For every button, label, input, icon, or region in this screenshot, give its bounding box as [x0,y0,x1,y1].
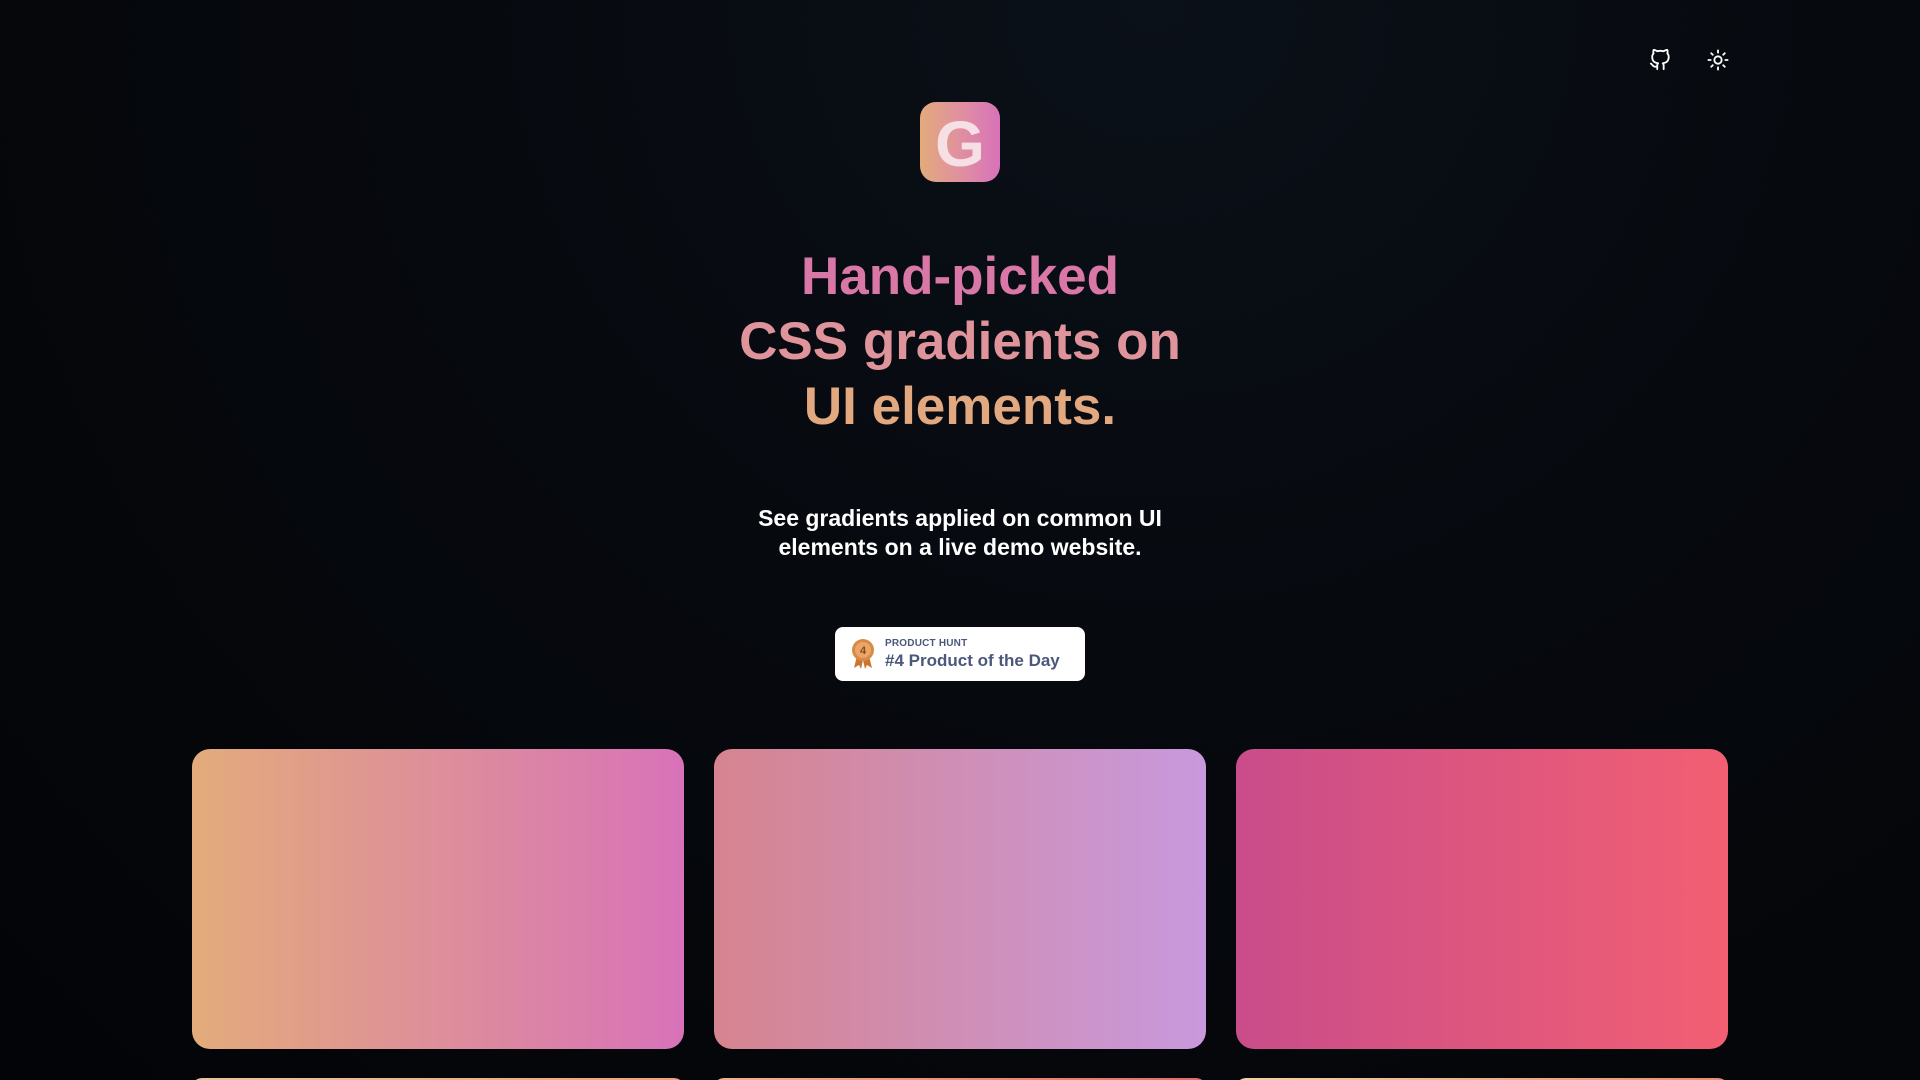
app-logo: G [920,102,1000,182]
gradient-card[interactable] [1236,749,1728,1049]
hero-title-line-1: Hand-picked [800,247,1120,306]
github-icon[interactable] [1648,48,1672,72]
gradient-card-grid [192,749,1728,1049]
medal-icon: 4 [852,639,874,669]
sun-icon[interactable] [1706,48,1730,72]
hero-subtitle-line-2: elements on a live demo website. [778,534,1142,560]
badge-text: #4 Product of the Day [885,650,1060,670]
hero-title: Hand-picked CSS gradients on UI elements… [0,244,1920,439]
hero-title-line-2: CSS gradients on [739,312,1181,371]
hero-subtitle: See gradients applied on common UI eleme… [0,504,1920,562]
hero-subtitle-line-1: See gradients applied on common UI [758,505,1162,531]
logo-letter: G [935,108,985,180]
medal-number: 4 [860,645,867,657]
gradient-card[interactable] [714,749,1206,1049]
gradient-card[interactable] [192,749,684,1049]
hero-title-line-3: UI elements. [803,377,1117,436]
header-actions [1648,48,1730,72]
badge-kicker: PRODUCT HUNT [885,637,968,649]
product-hunt-badge[interactable]: 4 PRODUCT HUNT #4 Product of the Day [835,627,1085,681]
